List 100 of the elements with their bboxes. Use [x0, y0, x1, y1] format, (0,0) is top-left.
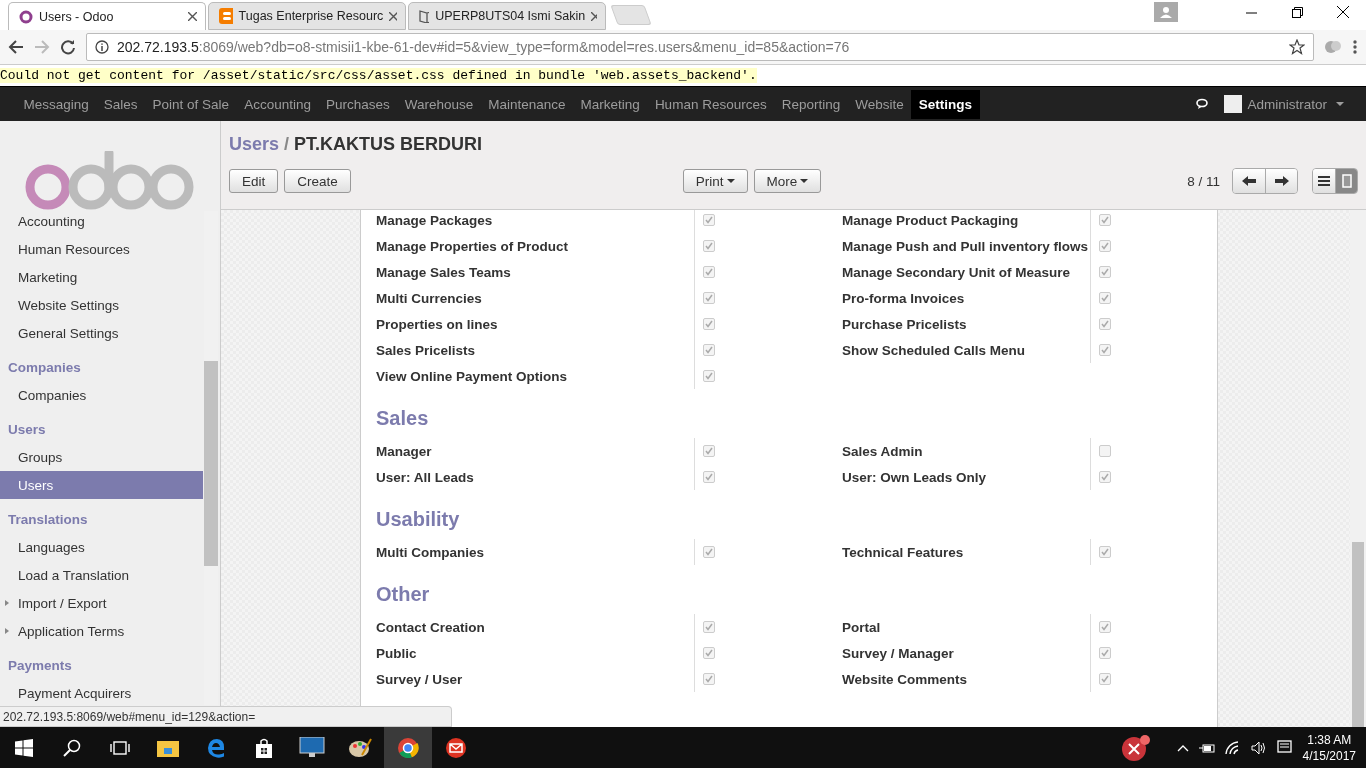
checkbox[interactable]: [703, 621, 715, 633]
checkbox[interactable]: [703, 292, 715, 304]
menu-item[interactable]: Maintenance: [480, 89, 574, 119]
checkbox[interactable]: [703, 240, 715, 252]
chrome-icon[interactable]: [384, 727, 432, 768]
close-icon[interactable]: [1337, 6, 1349, 18]
checkbox[interactable]: [703, 370, 715, 382]
sidebar-item[interactable]: Website Settings: [0, 291, 203, 319]
field-label: Manage Push and Pull inventory flows: [842, 237, 1090, 256]
right-arrow-icon: [1274, 176, 1289, 186]
create-button[interactable]: Create: [284, 169, 351, 193]
field-label: Manage Product Packaging: [842, 211, 1020, 230]
checkbox[interactable]: [703, 318, 715, 330]
edit-button[interactable]: Edit: [229, 169, 279, 193]
menu-item[interactable]: Website: [847, 89, 912, 119]
field-label: View Online Payment Options: [376, 367, 569, 386]
dropdown-button[interactable]: More: [753, 169, 822, 193]
field-label: Multi Currencies: [376, 289, 483, 308]
battery-icon[interactable]: [1198, 741, 1215, 754]
list-view-button[interactable]: [1313, 169, 1335, 193]
scrollbar[interactable]: [1350, 210, 1366, 727]
sidebar-item[interactable]: Marketing: [0, 263, 203, 291]
field-label: User: Own Leads Only: [842, 468, 988, 487]
star-icon[interactable]: [1289, 39, 1305, 55]
menu-item[interactable]: Reporting: [774, 89, 848, 119]
sidebar-item[interactable]: Import / Export: [0, 589, 203, 617]
checkbox[interactable]: [1099, 214, 1111, 226]
browser-tab[interactable]: Tugas Enterprise Resourc: [208, 2, 406, 30]
checkbox[interactable]: [1099, 240, 1111, 252]
volume-icon[interactable]: [1250, 740, 1267, 755]
menu-item[interactable]: Human Resources: [647, 89, 775, 119]
back-icon[interactable]: [8, 39, 24, 55]
checkbox[interactable]: [1099, 647, 1111, 659]
checkbox[interactable]: [1099, 621, 1111, 633]
user-menu[interactable]: Administrator: [1224, 95, 1344, 113]
checkbox[interactable]: [1099, 471, 1111, 483]
field-label: Multi Companies: [376, 543, 485, 562]
dropdown-button[interactable]: Print: [682, 169, 748, 193]
menu-item[interactable]: Settings: [911, 89, 980, 119]
menu-item[interactable]: Purchases: [318, 89, 398, 119]
sidebar-item[interactable]: Payment Acquirers: [0, 679, 203, 707]
field-label: Properties on lines: [376, 315, 499, 334]
checkbox[interactable]: [1099, 445, 1111, 457]
forward-icon[interactable]: [34, 39, 50, 55]
sidebar-item[interactable]: Companies: [0, 381, 203, 409]
checkbox[interactable]: [703, 214, 715, 226]
sidebar-item[interactable]: Groups: [0, 443, 203, 471]
menu-item[interactable]: Marketing: [573, 89, 648, 119]
sidebar-item[interactable]: Application Terms: [0, 617, 203, 645]
checkbox[interactable]: [1099, 546, 1111, 558]
pager: 8 / 11: [1187, 173, 1220, 189]
menu-item[interactable]: Point of Sale: [145, 89, 237, 119]
caret-icon: [5, 628, 9, 634]
browser-tab[interactable]: Users - Odoo: [8, 2, 206, 30]
address-field[interactable]: 202.72.193.5:8069/web?db=o8-stmisii1-kbe-61-dev#id=5&view_type=form&model=res.users&menu_id=85&action=76: [86, 33, 1314, 61]
chat-icon[interactable]: [1196, 98, 1211, 110]
sidebar-item[interactable]: Human Resources: [0, 235, 203, 263]
previous-button[interactable]: [1233, 169, 1265, 193]
chevron-up-icon[interactable]: [1176, 743, 1189, 752]
sidebar-item[interactable]: Languages: [0, 533, 203, 561]
menu-item[interactable]: Messaging: [16, 89, 97, 119]
profile-icon[interactable]: [1154, 2, 1178, 22]
reload-icon[interactable]: [60, 39, 76, 55]
checkbox[interactable]: [1099, 673, 1111, 685]
checkbox[interactable]: [703, 673, 715, 685]
field-label: Contact Creation: [376, 618, 486, 637]
sidebar-item[interactable]: Accounting: [0, 207, 203, 235]
checkbox[interactable]: [703, 471, 715, 483]
sidebar-item[interactable]: Load a Translation: [0, 561, 203, 589]
menu-item[interactable]: Warehouse: [397, 89, 481, 119]
info-icon: [95, 40, 109, 54]
menu-item[interactable]: Accounting: [236, 89, 319, 119]
sidebar-item[interactable]: General Settings: [0, 319, 203, 347]
checkbox[interactable]: [703, 546, 715, 558]
record-title: PT.KAKTUS BERDURI: [294, 133, 483, 155]
menu-icon[interactable]: [1352, 39, 1358, 55]
checkbox[interactable]: [703, 344, 715, 356]
checkbox[interactable]: [1099, 266, 1111, 278]
checkbox[interactable]: [1099, 344, 1111, 356]
alert-icon[interactable]: [1120, 733, 1151, 762]
windows-start-icon[interactable]: [15, 738, 33, 757]
form-icon: [1341, 174, 1352, 188]
checkbox[interactable]: [703, 647, 715, 659]
next-button[interactable]: [1265, 169, 1297, 193]
checkbox[interactable]: [1099, 292, 1111, 304]
notification-icon[interactable]: [1276, 739, 1293, 756]
browser-tab[interactable]: UPERP8UTS04 Ismi Sakin: [408, 2, 606, 30]
new-tab-button[interactable]: [610, 5, 652, 25]
sidebar-item[interactable]: Users: [0, 471, 203, 499]
field-label: Manage Sales Teams: [376, 263, 512, 282]
list-icon: [1318, 176, 1330, 186]
extension-icon[interactable]: [1324, 39, 1342, 55]
checkbox[interactable]: [703, 266, 715, 278]
checkbox[interactable]: [703, 445, 715, 457]
wifi-icon[interactable]: [1224, 740, 1241, 755]
menu-item[interactable]: Sales: [96, 89, 146, 119]
restore-icon[interactable]: [1291, 6, 1303, 18]
close-icon[interactable]: [188, 12, 197, 21]
checkbox[interactable]: [1099, 318, 1111, 330]
odoo-icon: [19, 9, 33, 24]
